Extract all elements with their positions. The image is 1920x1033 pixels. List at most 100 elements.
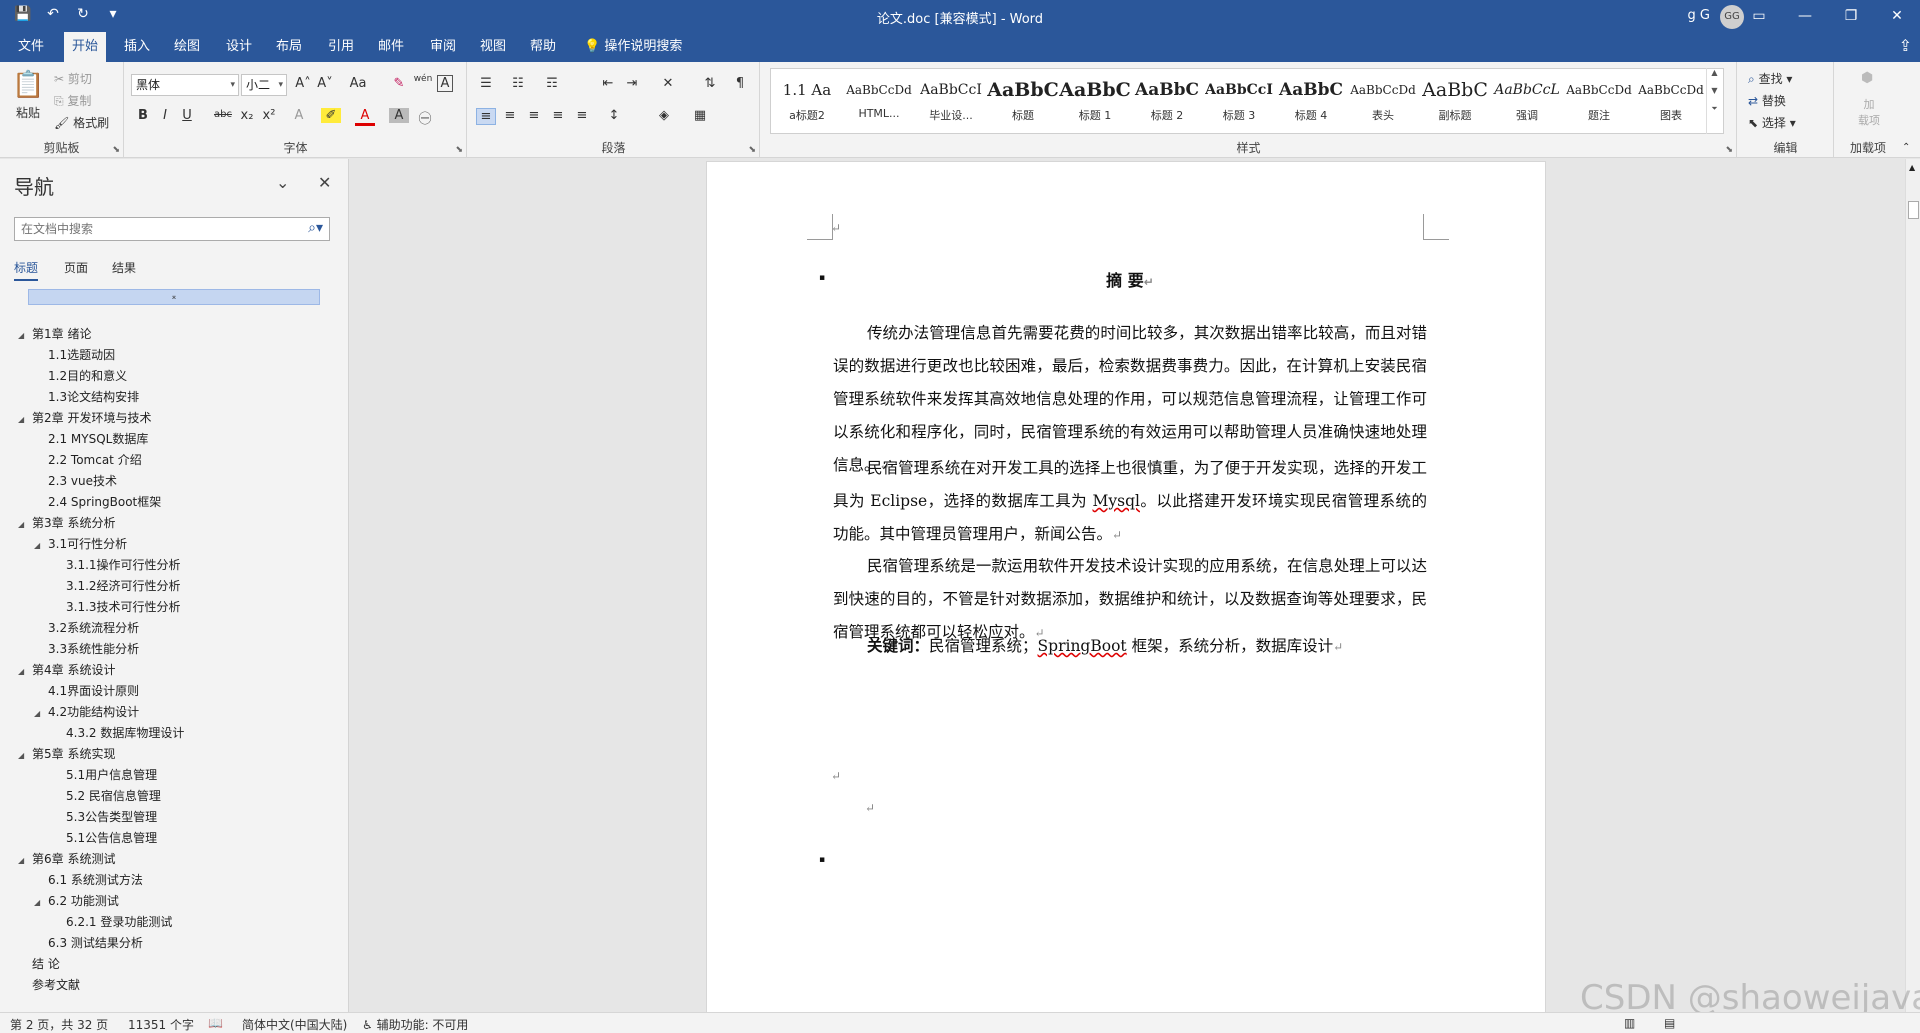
tell-me-search[interactable]: 💡 操作说明搜索: [584, 32, 682, 62]
underline-button[interactable]: U: [177, 108, 197, 123]
nav-heading-item[interactable]: ◢ 6.2 功能测试: [34, 892, 119, 912]
show-marks-button[interactable]: ¶: [730, 76, 750, 91]
superscript-button[interactable]: x²: [259, 108, 279, 123]
copy-button[interactable]: ⎘ 复制: [54, 92, 91, 109]
nav-heading-item[interactable]: 1.3论文结构安排: [34, 388, 139, 408]
share-icon[interactable]: ⇪: [1899, 36, 1912, 55]
select-button[interactable]: ⬉ 选择 ▾: [1748, 114, 1796, 131]
style-item[interactable]: AaBbC 标题 2: [1131, 69, 1203, 133]
document-page[interactable]: ↵ ▪ 摘 要↵ 传统办法管理信息首先需要花费的时间比较多，其次数据出错率比较高…: [706, 161, 1546, 1021]
expand-triangle-icon[interactable]: ◢: [18, 520, 32, 529]
chevron-down-icon[interactable]: ⌄: [276, 173, 289, 192]
language-indicator[interactable]: 简体中文(中国大陆): [242, 1016, 347, 1033]
font-size-combo[interactable]: 小二 ▾: [241, 74, 287, 96]
format-painter-button[interactable]: 🖌 格式刷: [54, 114, 109, 131]
restore-icon[interactable]: ❐: [1828, 0, 1874, 32]
tab-draw[interactable]: 绘图: [166, 32, 208, 62]
accessibility-indicator[interactable]: ♿ 辅助功能: 不可用: [362, 1016, 468, 1033]
highlight-button[interactable]: ✐: [321, 108, 341, 123]
nav-heading-item[interactable]: 4.3.2 数据库物理设计: [52, 724, 184, 744]
center-button[interactable]: ≡: [500, 108, 520, 123]
change-case-button[interactable]: Aa: [345, 76, 371, 91]
find-button[interactable]: ⌕ 查找 ▾: [1748, 70, 1792, 87]
align-right-button[interactable]: ≡: [524, 108, 544, 123]
close-icon[interactable]: ✕: [318, 173, 331, 192]
style-item[interactable]: AaBbCcDd 题注: [1563, 69, 1635, 133]
justify-button[interactable]: ≡: [548, 108, 568, 123]
clear-format-button[interactable]: ✎: [389, 76, 409, 91]
nav-heading-item[interactable]: 参考文献: [18, 976, 80, 996]
style-item[interactable]: AaBbCcI 毕业设...: [915, 69, 987, 133]
nav-heading-item[interactable]: 结 论: [18, 955, 60, 975]
tab-help[interactable]: 帮助: [522, 32, 564, 62]
nav-heading-item[interactable]: ◢ 第5章 系统实现: [18, 745, 115, 765]
tab-design[interactable]: 设计: [218, 32, 260, 62]
nav-heading-item[interactable]: 6.3 测试结果分析: [34, 934, 143, 954]
tab-layout[interactable]: 布局: [268, 32, 310, 62]
ribbon-display-icon[interactable]: ▭: [1736, 0, 1782, 32]
distributed-button[interactable]: ≡: [572, 108, 592, 123]
cut-button[interactable]: ✂ 剪切: [54, 70, 92, 87]
nav-heading-item[interactable]: 2.4 SpringBoot框架: [34, 493, 161, 513]
page-count[interactable]: 第 2 页，共 32 页: [10, 1016, 108, 1033]
tab-insert[interactable]: 插入: [116, 32, 158, 62]
style-item[interactable]: AaBbC 标题: [987, 69, 1059, 133]
paste-icon[interactable]: 📋: [12, 70, 44, 100]
italic-button[interactable]: I: [155, 108, 175, 123]
styles-scroll[interactable]: ▲ ▼ ⏷: [1706, 68, 1722, 134]
nav-heading-item[interactable]: ◢ 第6章 系统测试: [18, 850, 115, 870]
scroll-thumb[interactable]: [1908, 201, 1919, 219]
style-item[interactable]: AaBbCcDd HTML...: [843, 69, 915, 133]
collapse-ribbon-icon[interactable]: ⌃: [1902, 142, 1910, 153]
nav-heading-item[interactable]: 1.1选题动因: [34, 346, 115, 366]
shrink-font-button[interactable]: A˅: [315, 76, 335, 91]
nav-heading-item[interactable]: 3.2系统流程分析: [34, 619, 139, 639]
expand-triangle-icon[interactable]: ◢: [34, 709, 48, 718]
bold-button[interactable]: B: [133, 108, 153, 123]
addin-button[interactable]: 加 载项: [1849, 96, 1889, 128]
nav-heading-item[interactable]: ◢ 第2章 开发环境与技术: [18, 409, 151, 429]
nav-heading-item[interactable]: ◢ 4.2功能结构设计: [34, 703, 139, 723]
print-layout-icon[interactable]: ▤: [1664, 1016, 1675, 1030]
proofing-icon[interactable]: 📖: [208, 1016, 223, 1030]
minimize-icon[interactable]: —: [1782, 0, 1828, 32]
collapse-headings-bar[interactable]: ⌅: [28, 289, 320, 305]
style-item[interactable]: AaBbC 副标题: [1419, 69, 1491, 133]
scroll-up-icon[interactable]: ▲: [1909, 163, 1915, 172]
nav-heading-item[interactable]: 4.1界面设计原则: [34, 682, 139, 702]
close-icon[interactable]: ✕: [1874, 0, 1920, 32]
document-area[interactable]: ↵ ▪ 摘 要↵ 传统办法管理信息首先需要花费的时间比较多，其次数据出错率比较高…: [350, 159, 1905, 1021]
strikethrough-button[interactable]: abc: [211, 109, 235, 120]
launcher-icon[interactable]: ⬊: [455, 145, 463, 155]
tab-review[interactable]: 审阅: [422, 32, 464, 62]
nav-heading-item[interactable]: 3.1.3技术可行性分析: [52, 598, 181, 618]
nav-heading-item[interactable]: ◢ 3.1可行性分析: [34, 535, 127, 555]
paste-button[interactable]: 粘贴: [16, 104, 40, 121]
subscript-button[interactable]: x₂: [237, 108, 257, 123]
search-icon[interactable]: ⌕▾: [308, 220, 323, 236]
word-count[interactable]: 11351 个字: [128, 1016, 194, 1033]
style-item[interactable]: AaBbCcL 强调: [1491, 69, 1563, 133]
style-item[interactable]: AaBbCcDd 表头: [1347, 69, 1419, 133]
nav-tab-results[interactable]: 结果: [112, 259, 136, 276]
expand-triangle-icon[interactable]: ◢: [18, 856, 32, 865]
nav-heading-item[interactable]: ◢ 第4章 系统设计: [18, 661, 115, 681]
font-color-button[interactable]: A: [355, 108, 375, 126]
nav-heading-item[interactable]: 3.3系统性能分析: [34, 640, 139, 660]
expand-triangle-icon[interactable]: ◢: [18, 667, 32, 676]
char-shading-button[interactable]: A: [389, 108, 409, 123]
nav-heading-item[interactable]: 2.2 Tomcat 介绍: [34, 451, 142, 471]
increase-indent-button[interactable]: ⇥: [622, 76, 642, 91]
font-name-combo[interactable]: 黑体 ▾: [131, 74, 239, 96]
text-effects-button[interactable]: A: [289, 108, 309, 123]
replace-button[interactable]: ⇄ 替换: [1748, 92, 1786, 109]
nav-heading-item[interactable]: 5.1用户信息管理: [52, 766, 157, 786]
nav-heading-item[interactable]: 2.3 vue技术: [34, 472, 117, 492]
expand-triangle-icon[interactable]: ◢: [18, 415, 32, 424]
style-item[interactable]: AaBbC 标题 4: [1275, 69, 1347, 133]
numbering-button[interactable]: ☷: [508, 76, 528, 91]
launcher-icon[interactable]: ⬊: [1725, 145, 1733, 155]
tab-file[interactable]: 文件: [10, 32, 52, 62]
grow-font-button[interactable]: A˄: [293, 76, 313, 91]
nav-heading-item[interactable]: 2.1 MYSQL数据库: [34, 430, 148, 450]
